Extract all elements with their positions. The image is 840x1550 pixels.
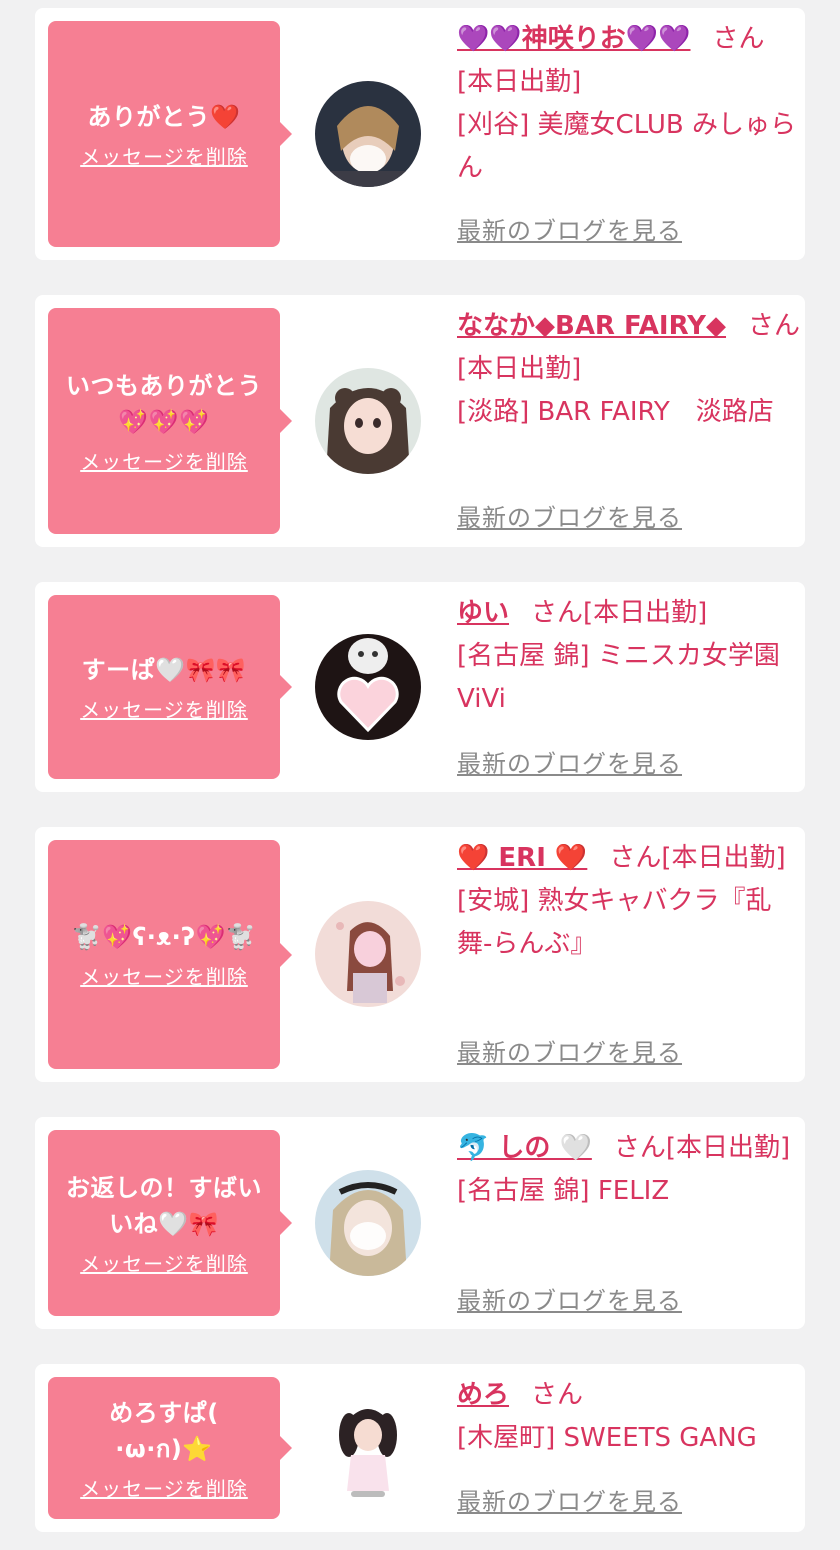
- honorific: さん: [531, 1380, 584, 1410]
- cast-name-link[interactable]: ❤️ ERI ❤️: [457, 843, 587, 873]
- shop-name: [木屋町] SWEETS GANG: [457, 1423, 757, 1453]
- latest-blog-link[interactable]: 最新のブログを見る: [457, 211, 682, 246]
- shop-name: [刈谷] 美魔女CLUB みしゅらん: [457, 110, 797, 183]
- message-bubble: すーぱ🤍🎀🎀 メッセージを削除: [48, 595, 292, 779]
- cast-name-link[interactable]: めろ: [457, 1380, 509, 1410]
- avatar[interactable]: [315, 634, 421, 740]
- avatar[interactable]: [315, 1395, 421, 1501]
- delete-message-link[interactable]: メッセージを削除: [80, 694, 248, 723]
- honorific: さん: [531, 598, 584, 628]
- message-card: すーぱ🤍🎀🎀 メッセージを削除 ゆい さん[本日出勤] [名古屋 錦] ミニスカ女…: [35, 582, 805, 792]
- message-card: お返しの！すばいいね🤍🎀 メッセージを削除 🐬 しの 🤍 さん[本日出勤] [名古…: [35, 1117, 805, 1329]
- cast-info: ななか◆BAR FAIRY◆ さん [本日出勤] [淡路] BAR FAIRY 淡路…: [457, 305, 802, 434]
- latest-blog-link[interactable]: 最新のブログを見る: [457, 498, 682, 533]
- cast-info: 💜💜神咲りお💜💜 さん [本日出勤] [刈谷] 美魔女CLUB みしゅらん: [457, 18, 802, 190]
- avatar-photo-icon: [315, 634, 421, 740]
- message-text: お返しの！すばいいね🤍🎀: [66, 1173, 262, 1238]
- honorific: さん: [609, 843, 662, 873]
- message-bubble: いつもありがとう💖💖💖 メッセージを削除: [48, 308, 292, 534]
- delete-message-link[interactable]: メッセージを削除: [80, 961, 248, 990]
- message-text: ありがとう❤️: [87, 102, 241, 131]
- cast-info: 🐬 しの 🤍 さん[本日出勤] [名古屋 錦] FELIZ: [457, 1127, 802, 1213]
- cast-name-link[interactable]: ゆい: [457, 598, 509, 628]
- shop-name: [安城] 熟女キャバクラ『乱舞-らんぶ』: [457, 886, 772, 959]
- avatar-photo-icon: [315, 368, 421, 474]
- latest-blog-link[interactable]: 最新のブログを見る: [457, 1033, 682, 1068]
- message-text: めろすぱ( ·ω·ก)⭐: [109, 1398, 219, 1463]
- message-text: いつもありがとう💖💖💖: [66, 371, 262, 436]
- avatar-photo-icon: [315, 901, 421, 1007]
- avatar[interactable]: [315, 901, 421, 1007]
- cast-name-link[interactable]: 💜💜神咲りお💜💜: [457, 24, 691, 54]
- work-status: [本日出勤]: [457, 67, 582, 97]
- work-status: [本日出勤]: [661, 843, 786, 873]
- shop-name: [名古屋 錦] ミニスカ女学園ViVi: [457, 641, 780, 714]
- cast-info: ❤️ ERI ❤️ さん[本日出勤] [安城] 熟女キャバクラ『乱舞-らんぶ』: [457, 837, 802, 966]
- honorific: さん: [712, 24, 765, 54]
- avatar-photo-icon: [315, 1395, 421, 1501]
- cast-info: めろ さん [木屋町] SWEETS GANG: [457, 1374, 802, 1460]
- latest-blog-link[interactable]: 最新のブログを見る: [457, 1482, 682, 1517]
- message-text: 🐩💖ʕ·ᴥ·ʔ💖🐩: [71, 923, 257, 951]
- work-status: [本日出勤]: [665, 1133, 791, 1163]
- latest-blog-link[interactable]: 最新のブログを見る: [457, 744, 682, 779]
- delete-message-link[interactable]: メッセージを削除: [80, 446, 248, 475]
- message-card: 🐩💖ʕ·ᴥ·ʔ💖🐩 メッセージを削除 ❤️ ERI ❤️ さん[本日出勤] [安城…: [35, 827, 805, 1082]
- message-bubble: 🐩💖ʕ·ᴥ·ʔ💖🐩 メッセージを削除: [48, 840, 292, 1069]
- avatar-photo-icon: [315, 81, 421, 187]
- shop-name: [名古屋 錦] FELIZ: [457, 1176, 670, 1206]
- delete-message-link[interactable]: メッセージを削除: [80, 1473, 248, 1502]
- avatar[interactable]: [315, 1170, 421, 1276]
- honorific: さん: [613, 1133, 666, 1163]
- cast-info: ゆい さん[本日出勤] [名古屋 錦] ミニスカ女学園ViVi: [457, 592, 802, 721]
- delete-message-link[interactable]: メッセージを削除: [80, 1248, 248, 1277]
- delete-message-link[interactable]: メッセージを削除: [80, 141, 248, 170]
- cast-name-link[interactable]: ななか◆BAR FAIRY◆: [457, 311, 726, 341]
- avatar[interactable]: [315, 81, 421, 187]
- message-text: すーぱ🤍🎀🎀: [81, 655, 247, 684]
- work-status: [本日出勤]: [583, 598, 708, 628]
- avatar-photo-icon: [315, 1170, 421, 1276]
- honorific: さん: [748, 311, 801, 341]
- avatar[interactable]: [315, 368, 421, 474]
- shop-name: [淡路] BAR FAIRY 淡路店: [457, 397, 774, 427]
- message-list: ありがとう❤️ メッセージを削除 💜💜神咲りお💜💜 さん [本日出勤] [刈谷] …: [0, 0, 840, 1550]
- message-card: いつもありがとう💖💖💖 メッセージを削除 ななか◆BAR FAIRY◆ さん [本日…: [35, 295, 805, 547]
- message-bubble: めろすぱ( ·ω·ก)⭐ メッセージを削除: [48, 1377, 292, 1519]
- cast-name-link[interactable]: 🐬 しの 🤍: [457, 1133, 592, 1163]
- work-status: [本日出勤]: [457, 354, 582, 384]
- message-card: めろすぱ( ·ω·ก)⭐ メッセージを削除 めろ さん [木屋町] SWEETS …: [35, 1364, 805, 1532]
- message-bubble: お返しの！すばいいね🤍🎀 メッセージを削除: [48, 1130, 292, 1316]
- message-card: ありがとう❤️ メッセージを削除 💜💜神咲りお💜💜 さん [本日出勤] [刈谷] …: [35, 8, 805, 260]
- message-bubble: ありがとう❤️ メッセージを削除: [48, 21, 292, 247]
- latest-blog-link[interactable]: 最新のブログを見る: [457, 1281, 682, 1316]
